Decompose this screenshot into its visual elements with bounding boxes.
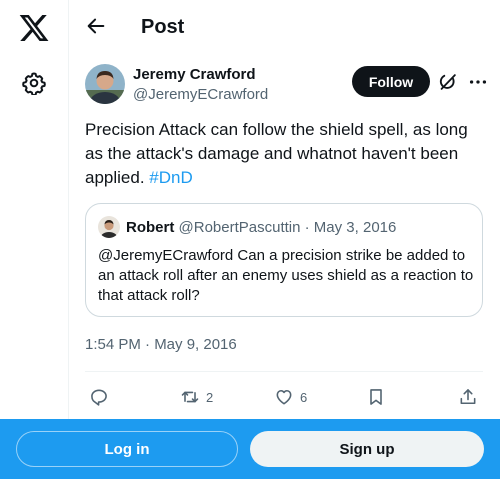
follow-button[interactable]: Follow — [352, 66, 430, 97]
like-count: 6 — [300, 389, 308, 405]
more-icon[interactable] — [467, 71, 489, 93]
quoted-tweet[interactable]: Robert @RobertPascuttin · May 3, 2016 @J… — [85, 203, 483, 317]
retweet-button[interactable]: 2 — [180, 386, 213, 408]
quote-avatar — [98, 216, 120, 238]
hashtag-link[interactable]: #DnD — [149, 168, 192, 187]
author-avatar[interactable] — [85, 64, 125, 104]
login-button[interactable]: Log in — [16, 431, 238, 467]
bookmark-icon — [370, 389, 382, 405]
quote-author-handle: @RobertPascuttin — [178, 219, 301, 236]
author-handle[interactable]: @JeremyECrawford — [133, 86, 268, 104]
x-logo-icon[interactable] — [18, 12, 50, 44]
reply-icon — [91, 389, 107, 406]
quote-header: Robert @RobertPascuttin · May 3, 2016 — [126, 219, 396, 237]
heart-icon — [276, 389, 292, 405]
share-button[interactable] — [458, 386, 478, 408]
main-column: Post Jeremy Crawford @JeremyECrawford Fo… — [69, 0, 500, 479]
gear-icon[interactable] — [22, 71, 46, 95]
bookmark-button[interactable] — [366, 386, 386, 408]
quote-author-name: Robert — [126, 219, 175, 236]
left-rail — [0, 0, 69, 479]
grok-icon[interactable] — [437, 71, 459, 93]
like-button[interactable]: 6 — [274, 386, 307, 408]
signup-banner: Log in Sign up — [0, 419, 500, 479]
divider — [85, 371, 483, 372]
signup-button[interactable]: Sign up — [250, 431, 484, 467]
top-bar: Post — [69, 0, 500, 53]
tweet-body: Precision Attack can follow the shield s… — [85, 120, 468, 187]
tweet-timestamp[interactable]: 1:54 PM · May 9, 2016 — [85, 335, 237, 355]
quote-text: @JeremyECrawford Can a precision strike … — [98, 247, 474, 304]
share-icon — [460, 389, 476, 405]
quote-date: · May 3, 2016 — [304, 219, 397, 236]
back-arrow-icon[interactable] — [85, 15, 107, 37]
retweet-count: 2 — [206, 389, 214, 405]
retweet-icon — [181, 391, 199, 403]
author-name[interactable]: Jeremy Crawford — [133, 66, 256, 84]
reply-button[interactable] — [89, 386, 109, 408]
tweet-text: Precision Attack can follow the shield s… — [85, 118, 485, 190]
action-bar: 2 6 — [69, 382, 500, 412]
page-title: Post — [141, 16, 185, 38]
